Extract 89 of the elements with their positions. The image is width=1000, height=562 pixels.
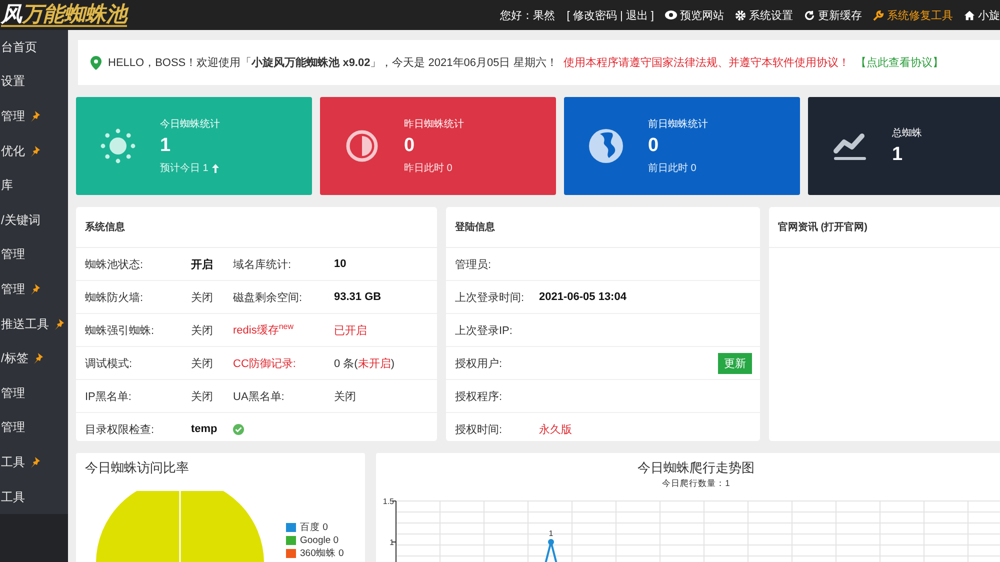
table-cell-text: 关闭 bbox=[191, 390, 214, 404]
stat-subtext: 昨日此时 0 bbox=[404, 162, 452, 175]
table-cell-text: redis缓存$^{new}$ bbox=[233, 322, 295, 338]
axis-tick-label: 1 bbox=[390, 538, 394, 547]
data-point bbox=[548, 539, 554, 545]
chart-title: 今日蜘蛛爬行走势图 bbox=[636, 459, 756, 477]
header-link[interactable]: 预览网站 bbox=[665, 8, 724, 22]
panel-title: 登陆信息 bbox=[455, 220, 495, 234]
table-cell-text: 已开启 bbox=[334, 324, 367, 338]
sidebar-item[interactable]: 推送工具 bbox=[0, 306, 68, 342]
legend-label: Google 0 bbox=[300, 535, 339, 546]
table-cell-text: 蜘蛛防火墙: bbox=[85, 290, 144, 304]
table-cell-text: 磁盘剩余空间: bbox=[233, 290, 304, 304]
stat-value: 1 bbox=[160, 135, 172, 157]
table-cell: 93.31 GB bbox=[334, 291, 382, 303]
table-cell-text: 域名库统计: bbox=[233, 258, 292, 272]
sidebar-item[interactable]: 优化 bbox=[0, 134, 68, 168]
table-cell-text: 开启 bbox=[191, 258, 214, 272]
sidebar-item[interactable]: 库 bbox=[0, 168, 68, 203]
table-cell-text: 上次登录时间: bbox=[455, 290, 526, 304]
warning-text: 使用本程序请遵守国家法律法规、并遵守本软件使用协议！ bbox=[563, 56, 850, 70]
table-cell-text: 授权程序: bbox=[455, 390, 504, 404]
stat-title: 总蜘蛛 bbox=[892, 126, 922, 140]
sidebar-item[interactable]: /标签 bbox=[0, 341, 68, 376]
table-cell-text: 关闭 bbox=[191, 324, 214, 338]
chart-subtitle: 今日爬行数量：1 bbox=[661, 478, 731, 490]
location-pin-icon bbox=[90, 56, 102, 70]
home-icon bbox=[964, 10, 975, 20]
stat-title: 昨日蜘蛛统计 bbox=[404, 118, 464, 131]
table-cell-text: 授权用户: bbox=[455, 356, 504, 370]
sun-icon bbox=[98, 126, 138, 166]
table-cell-text: IP黑名单: bbox=[85, 390, 132, 404]
sidebar-item[interactable]: 工具 bbox=[0, 480, 68, 514]
settings-icon bbox=[735, 10, 746, 20]
legend-label: 360蜘蛛 0 bbox=[300, 547, 344, 560]
account-links[interactable]: [ 修改密码 | 退出 ] bbox=[566, 8, 654, 22]
table-cell-text: 0 条(未开启) bbox=[334, 356, 395, 370]
sidebar-item[interactable]: 管理 bbox=[0, 272, 68, 307]
table-cell-text: 蜘蛛池状态: bbox=[85, 258, 144, 272]
stat-title: 今日蜘蛛统计 bbox=[160, 118, 220, 131]
legend-label: 百度 0 bbox=[300, 521, 328, 534]
header-link[interactable]: 系统设置 bbox=[735, 8, 793, 22]
table-cell-text: 授权时间: bbox=[455, 422, 504, 436]
table-cell-text: 关闭 bbox=[191, 356, 214, 370]
stat-value: 0 bbox=[404, 135, 416, 157]
stat-value: 1 bbox=[892, 144, 904, 166]
sidebar-item[interactable]: 管理 bbox=[0, 410, 68, 446]
wrench-icon bbox=[873, 10, 884, 20]
sidebar-item[interactable]: /关键词 bbox=[0, 202, 68, 238]
table-cell-text: UA黑名单: bbox=[233, 390, 286, 404]
table-cell: 2021-06-05 13:04 bbox=[539, 291, 626, 303]
panel-title: 官网资讯 (打开官网) bbox=[778, 220, 868, 234]
sidebar-item[interactable]: 管理 bbox=[0, 99, 68, 134]
header-link[interactable]: 小旋 bbox=[964, 8, 1000, 22]
table-cell-text: 调试模式: bbox=[85, 356, 134, 370]
header-link[interactable]: 系统修复工具 bbox=[873, 8, 953, 22]
sidebar-item[interactable]: 台首页 bbox=[0, 30, 68, 65]
table-cell-text: temp bbox=[191, 423, 218, 435]
table-cell-text: 永久版 bbox=[539, 422, 572, 436]
table-cell-text: 蜘蛛强引蜘蛛: bbox=[85, 324, 156, 338]
agreement-link[interactable]: 【点此查看协议】 bbox=[855, 55, 944, 70]
sidebar-item[interactable]: 管理 bbox=[0, 238, 68, 272]
stat-title: 前日蜘蛛统计 bbox=[648, 118, 708, 131]
data-label: 1 bbox=[548, 529, 554, 538]
header-link[interactable]: 更新缓存 bbox=[804, 8, 862, 22]
sidebar-item[interactable]: 管理 bbox=[0, 376, 68, 411]
table-cell-text: 关闭 bbox=[334, 390, 356, 404]
table-cell-text: 上次登录IP: bbox=[455, 324, 514, 338]
sidebar-footer bbox=[0, 514, 68, 562]
table-cell-text: 关闭 bbox=[191, 290, 214, 304]
panel-title: 系统信息 bbox=[85, 220, 125, 234]
half-circle-icon bbox=[345, 129, 379, 163]
panel-title: 今日蜘蛛访问比率 bbox=[84, 459, 190, 477]
stat-value: 0 bbox=[648, 135, 660, 157]
refresh-icon bbox=[804, 10, 815, 20]
table-cell: 10 bbox=[334, 258, 346, 270]
globe-icon bbox=[588, 128, 624, 164]
logo-text: 风万能蜘蛛池 bbox=[1, 3, 127, 27]
trend-chart-icon bbox=[832, 131, 868, 161]
table-cell-text: 目录权限检查: bbox=[85, 422, 156, 436]
sidebar-item[interactable]: 工具 bbox=[0, 445, 68, 480]
stat-subtext: 预计今日 1 bbox=[160, 162, 208, 175]
table-cell-text: CC防御记录: bbox=[233, 356, 297, 370]
welcome-text: HELLO，BOSS！欢迎使用「小旋风万能蜘蛛池 x9.02」，今天是 2021年06月05日 星期六！ bbox=[108, 56, 558, 70]
table-cell-text: 管理员: bbox=[455, 258, 492, 272]
eye-icon bbox=[665, 10, 677, 20]
stat-subtext: 前日此时 0 bbox=[648, 162, 696, 175]
greeting-text: 您好：果然 bbox=[500, 8, 555, 22]
sidebar-item[interactable]: 设置 bbox=[0, 64, 68, 100]
